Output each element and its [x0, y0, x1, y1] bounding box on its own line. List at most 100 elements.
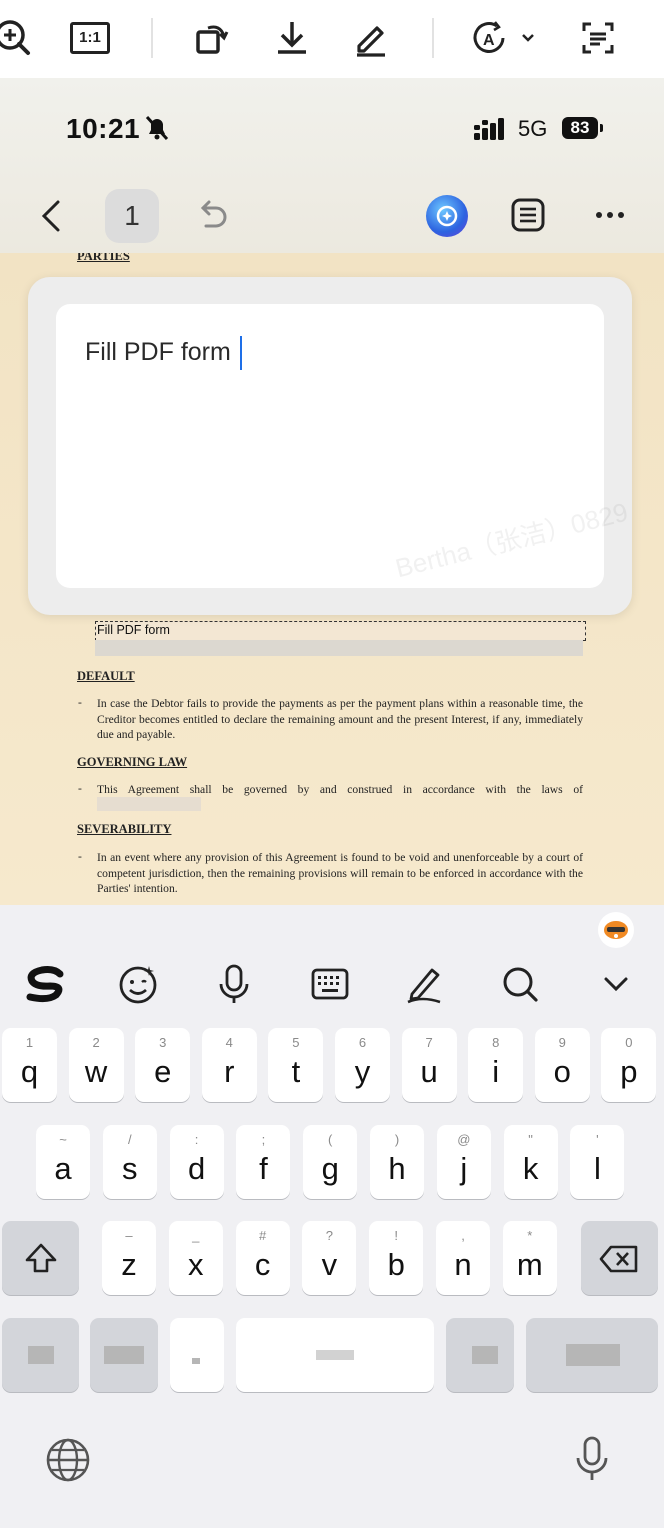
key-y[interactable]: 6y — [335, 1028, 390, 1102]
key-label: y — [354, 1054, 371, 1089]
key-g[interactable]: (g — [303, 1125, 358, 1199]
key-a[interactable]: ~ a — [36, 1125, 90, 1199]
keyboard-mascot-icon[interactable] — [598, 912, 634, 948]
key-secondary-label: ~ — [59, 1132, 67, 1147]
comma-key[interactable] — [170, 1318, 224, 1392]
key-label: i — [492, 1054, 500, 1089]
key-label: h — [388, 1151, 406, 1186]
microphone-icon[interactable] — [208, 958, 260, 1010]
key-c[interactable]: # c — [235, 1221, 290, 1295]
backspace-key[interactable] — [581, 1221, 658, 1295]
key-secondary-label: 9 — [558, 1035, 566, 1050]
key-label: d — [187, 1151, 206, 1186]
status-time: 10:21 — [66, 113, 141, 144]
silent-bell-icon — [144, 114, 170, 147]
scan-icon[interactable] — [574, 14, 622, 62]
key-v[interactable]: ? v — [302, 1221, 357, 1295]
undo-icon[interactable] — [196, 198, 230, 237]
toolbar-divider — [432, 18, 434, 58]
key-label: g — [321, 1151, 339, 1186]
key-secondary-label: ) — [394, 1132, 400, 1147]
key-h[interactable]: ) h — [370, 1125, 424, 1199]
governing-law-field[interactable] — [97, 797, 201, 811]
doc-bullet: - — [78, 696, 82, 709]
swype-logo-icon[interactable] — [18, 958, 70, 1010]
key-secondary-label: ; — [261, 1132, 266, 1147]
key-t[interactable]: 5t — [268, 1028, 324, 1102]
pdf-form-field-underlay — [95, 640, 583, 656]
actual-size-icon: 1:1 — [70, 22, 110, 54]
dictation-microphone-icon[interactable] — [570, 1434, 614, 1491]
key-r[interactable]: 4r — [201, 1028, 257, 1102]
zoom-in-icon[interactable] — [0, 14, 38, 62]
download-icon[interactable] — [268, 14, 316, 62]
key-secondary-label: 1 — [25, 1035, 34, 1050]
text-caret — [240, 336, 242, 370]
more-options-icon[interactable] — [594, 205, 628, 230]
key-d[interactable]: :d — [169, 1125, 224, 1199]
key-label: j — [460, 1151, 468, 1186]
emoji-icon[interactable] — [112, 958, 164, 1010]
key-j[interactable]: @ j — [436, 1125, 491, 1199]
key-i[interactable]: 8i — [468, 1028, 524, 1102]
key-q[interactable]: 1q — [2, 1028, 57, 1102]
key-secondary-label: 8 — [492, 1035, 500, 1050]
space-key[interactable] — [236, 1318, 434, 1392]
period-key[interactable] — [446, 1318, 514, 1392]
key-secondary-label: _ — [192, 1228, 200, 1243]
outline-list-icon[interactable] — [510, 197, 546, 238]
key-l[interactable]: ' l — [570, 1125, 625, 1199]
key-secondary-label: @ — [457, 1132, 471, 1147]
key-m[interactable]: * m — [502, 1221, 557, 1295]
key-label: m — [516, 1247, 543, 1282]
doc-heading-parties: PARTIES — [77, 253, 130, 263]
key-label: x — [188, 1247, 204, 1282]
key-label: f — [259, 1151, 268, 1186]
pdf-form-field-value: Fill PDF form — [97, 623, 170, 637]
key-s[interactable]: / s — [102, 1125, 157, 1199]
emoji-switch-key[interactable] — [90, 1318, 158, 1392]
key-k[interactable]: " k — [503, 1125, 558, 1199]
key-secondary-label: / — [127, 1132, 132, 1147]
ai-assistant-icon[interactable] — [426, 195, 468, 237]
handwriting-icon[interactable] — [398, 958, 450, 1010]
auto-text-icon[interactable]: A — [466, 14, 538, 62]
key-secondary-label: – — [125, 1228, 133, 1243]
viewer-toolbar: 1:1 A — [0, 0, 664, 78]
key-p[interactable]: 0p — [601, 1028, 657, 1102]
key-secondary-label: 0 — [625, 1035, 633, 1050]
key-label: o — [553, 1054, 571, 1089]
key-secondary-label: ? — [325, 1228, 333, 1243]
search-icon[interactable] — [494, 958, 546, 1010]
key-label: c — [254, 1247, 271, 1282]
back-chevron-icon[interactable] — [36, 198, 68, 239]
rotate-icon[interactable] — [188, 14, 236, 62]
key-x[interactable]: _ x — [168, 1221, 223, 1295]
key-secondary-label: # — [258, 1228, 267, 1243]
signal-icon — [474, 118, 512, 145]
symbols-key[interactable] — [2, 1318, 79, 1392]
key-z[interactable]: – z — [102, 1221, 156, 1295]
keyboard-layout-icon[interactable] — [304, 958, 356, 1010]
key-n[interactable]: ,n — [436, 1221, 490, 1295]
actual-size-button[interactable]: 1:1 — [66, 14, 114, 62]
doc-heading-severability: SEVERABILITY — [77, 822, 172, 836]
collapse-keyboard-chevron-icon[interactable] — [590, 958, 642, 1010]
key-f[interactable]: ; f — [236, 1125, 291, 1199]
key-b[interactable]: ! b — [369, 1221, 424, 1295]
key-label: n — [454, 1247, 472, 1282]
edit-icon[interactable] — [347, 14, 395, 62]
globe-icon[interactable] — [44, 1436, 92, 1489]
key-e[interactable]: 3e — [135, 1028, 191, 1102]
return-key[interactable] — [526, 1318, 658, 1392]
key-label: a — [54, 1151, 72, 1186]
shift-key[interactable] — [2, 1221, 79, 1295]
doc-heading-governing-law: GOVERNING LAW — [77, 755, 188, 769]
page-number-button[interactable]: 1 — [105, 189, 159, 243]
doc-heading-default: DEFAULT — [77, 669, 135, 683]
doc-bullet: - — [78, 850, 82, 863]
key-w[interactable]: 2w — [68, 1028, 124, 1102]
key-o[interactable]: 9o — [534, 1028, 590, 1102]
key-u[interactable]: 7u — [401, 1028, 457, 1102]
app-header — [0, 78, 664, 253]
